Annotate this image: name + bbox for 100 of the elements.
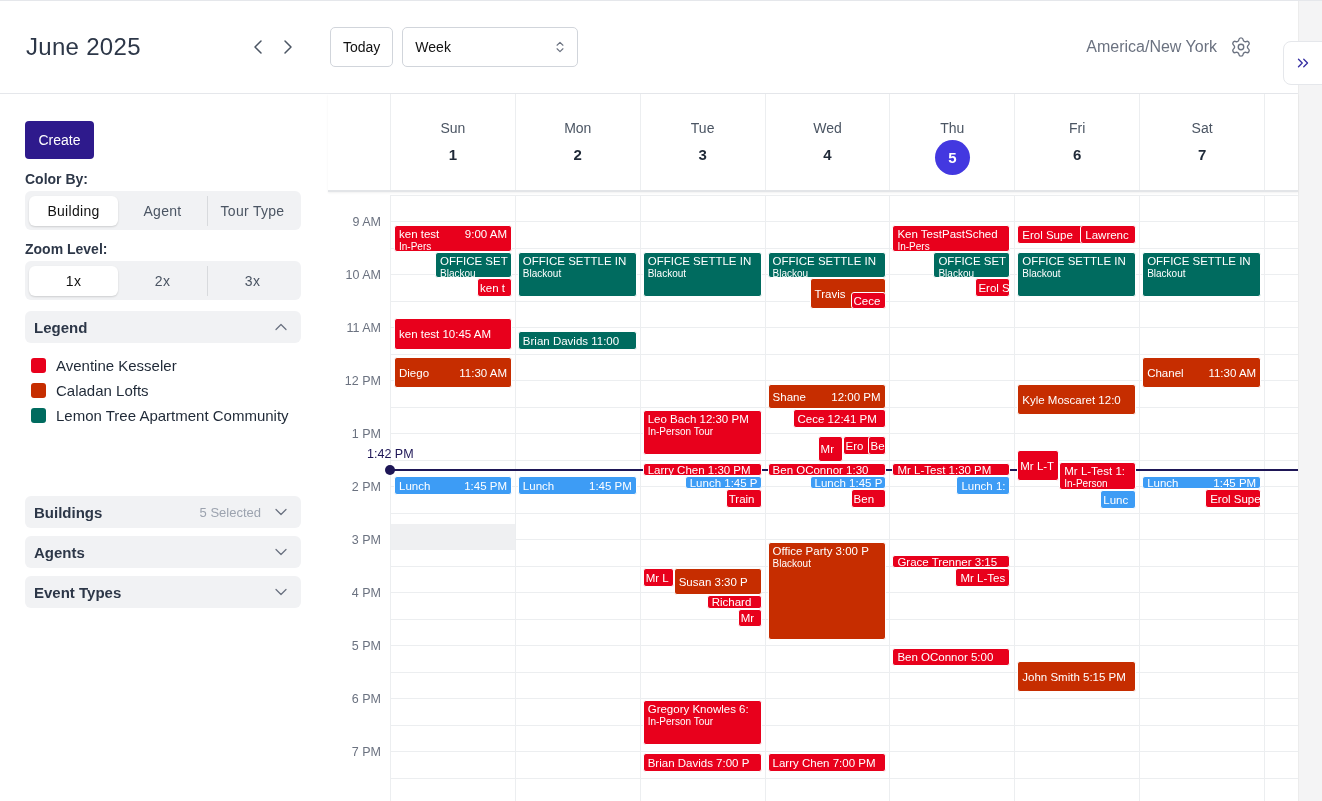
- date-number[interactable]: 4: [823, 146, 832, 163]
- segment-option[interactable]: 3x: [207, 265, 297, 296]
- calendar-event[interactable]: John Smith 5:15 PM: [1017, 661, 1137, 692]
- calendar-event[interactable]: ken test 10:45 AM: [394, 318, 512, 350]
- calendar-event[interactable]: Brian Davids 7:00 P: [642, 753, 762, 772]
- calendar-event[interactable]: Erol Supe: [1205, 489, 1262, 508]
- event-title: Erol Supe: [1210, 492, 1261, 505]
- event-title: Train: [728, 492, 755, 505]
- event-title: ken test 10:45 AM: [399, 328, 492, 340]
- date-number[interactable]: 1: [448, 146, 458, 163]
- event-title: Gregory Knowles 6:: [647, 703, 749, 715]
- calendar-event[interactable]: Chanel 11:30 AM: [1142, 357, 1262, 388]
- event-title: Erol Supe: [1022, 228, 1073, 241]
- calendar-event[interactable]: Kyle Moscaret 12:0: [1017, 384, 1137, 415]
- calendar-event[interactable]: Mr L-Test 1: In-Person: [1059, 462, 1137, 490]
- calendar-event[interactable]: Brian Davids 11:00: [517, 331, 637, 350]
- legend-header[interactable]: Legend: [25, 311, 301, 343]
- calendar-event[interactable]: OFFICE SET Blackou: [435, 252, 512, 278]
- event-title: Larry Chen 7:00 PM: [772, 756, 876, 769]
- filter-dropdown[interactable]: Event Types: [25, 576, 301, 608]
- calendar-event[interactable]: Richard: [706, 595, 762, 609]
- event-title: Lunch: [1147, 476, 1179, 489]
- calendar-event[interactable]: Mr L: [642, 568, 674, 587]
- calendar-event[interactable]: Ben OConnor 1:30: [767, 463, 886, 476]
- date-number[interactable]: 7: [1197, 146, 1207, 163]
- date-number[interactable]: 3: [698, 146, 707, 163]
- calendar-event[interactable]: Lunc: [1100, 490, 1137, 509]
- calendar-event[interactable]: Mr: [817, 436, 843, 462]
- event-time: 9:00 AM: [464, 228, 507, 240]
- calendar-event[interactable]: OFFICE SETTLE IN Blackout: [1017, 252, 1137, 297]
- scrollbar-track[interactable]: [1298, 1, 1322, 801]
- legend-label: Lemon Tree Apartment Community: [56, 407, 289, 424]
- calendar-event[interactable]: Train: [725, 489, 762, 508]
- today-button[interactable]: Today: [330, 27, 394, 67]
- calendar-event[interactable]: Lunch 1:45 PM: [1142, 476, 1262, 489]
- calendar-event[interactable]: OFFICE SETTLE IN Blackout: [517, 252, 637, 297]
- create-button[interactable]: Create: [25, 121, 94, 159]
- calendar-event[interactable]: Ken TestPastSched In-Pers: [892, 225, 1011, 252]
- calendar-event[interactable]: Gregory Knowles 6: In-Person Tour: [642, 700, 762, 745]
- calendar-event[interactable]: OFFICE SETTLE IN Blackout: [1142, 252, 1262, 297]
- event-title: Susan 3:30 P: [678, 575, 748, 588]
- calendar-event[interactable]: OFFICE SETTLE IN Blackou: [767, 252, 886, 278]
- event-title: OFFICE SET: [938, 255, 1007, 267]
- event-title: Mr: [820, 443, 834, 455]
- calendar-event[interactable]: Grace Trenner 3:15: [892, 555, 1011, 568]
- calendar-event[interactable]: Mr L-Test 1:30 PM: [892, 463, 1011, 476]
- timezone-label: America/New York: [1086, 38, 1217, 56]
- calendar-event[interactable]: ken t: [477, 278, 512, 297]
- filter-dropdown[interactable]: Agents: [25, 536, 301, 568]
- settings-icon[interactable]: [1230, 36, 1252, 58]
- calendar-event[interactable]: Susan 3:30 P: [673, 568, 762, 595]
- hour-label: 3 PM: [350, 533, 382, 548]
- calendar-event[interactable]: OFFICE SET Blackou: [933, 252, 1011, 278]
- segment-option[interactable]: Tour Type: [207, 195, 297, 226]
- section-label: Zoom Level:: [25, 241, 109, 257]
- section-label: Color By:: [25, 171, 89, 187]
- date-number[interactable]: 5: [934, 140, 970, 175]
- calendar-event[interactable]: Mr L-Tes: [955, 568, 1011, 587]
- calendar-event[interactable]: ken test 9:00 AM In-Pers: [394, 225, 512, 252]
- calendar-event[interactable]: Cece 12:41 PM: [792, 409, 886, 428]
- weekday-label: Fri: [1069, 120, 1086, 136]
- segment-option[interactable]: 1x: [29, 265, 118, 296]
- date-number[interactable]: 2: [573, 146, 582, 163]
- calendar-event[interactable]: Shane 12:00 PM: [767, 384, 886, 409]
- event-time: 11:30 AM: [1208, 366, 1257, 379]
- calendar-event[interactable]: Mr L-T: [1017, 450, 1060, 481]
- calendar-event[interactable]: Lawrenc: [1080, 225, 1137, 244]
- event-title: OFFICE SETTLE IN: [1022, 255, 1126, 267]
- event-type: Blackou: [772, 268, 809, 279]
- calendar-event[interactable]: Ben: [850, 489, 886, 508]
- weekday-label: Wed: [813, 120, 842, 136]
- calendar-event[interactable]: Cece: [850, 292, 886, 309]
- calendar-event[interactable]: Diego 11:30 AM: [394, 357, 512, 388]
- event-time: 11:30 AM: [459, 366, 507, 379]
- calendar-event[interactable]: Lunch 1:45 PM: [517, 476, 637, 495]
- event-title: Lawrenc: [1085, 228, 1129, 241]
- calendar-event[interactable]: Larry Chen 7:00 PM: [767, 753, 886, 772]
- filter-dropdown[interactable]: Buildings 5 Selected: [25, 496, 301, 528]
- event-title: Cece: [853, 294, 881, 307]
- legend-label: Aventine Kesseler: [56, 357, 177, 374]
- calendar-event[interactable]: Office Party 3:00 P Blackout: [767, 542, 886, 640]
- calendar-event[interactable]: Lunch 1:45 PM: [394, 476, 512, 495]
- event-type: In-Person: [1064, 478, 1108, 489]
- calendar-event[interactable]: Ben OConnor 5:00: [892, 648, 1011, 666]
- date-number[interactable]: 6: [1073, 146, 1082, 163]
- calendar-event[interactable]: Lunch 1:: [956, 476, 1011, 495]
- calendar-event[interactable]: Leo Bach 12:30 PM In-Person Tour: [642, 410, 762, 455]
- event-title: Brian Davids 11:00: [522, 334, 620, 347]
- hour-label: 10 AM: [344, 268, 382, 283]
- event-title: OFFICE SETTLE IN: [522, 255, 627, 267]
- segment-option[interactable]: 2x: [118, 265, 207, 296]
- segment-option[interactable]: Agent: [118, 195, 207, 226]
- legend-label: Caladan Lofts: [56, 382, 149, 399]
- hour-label: 2 PM: [350, 480, 382, 495]
- segment-option[interactable]: Building: [29, 195, 118, 226]
- calendar-event[interactable]: Mr: [737, 609, 762, 627]
- event-title: ken t: [480, 281, 505, 294]
- event-title: Shane: [772, 390, 806, 403]
- calendar-event[interactable]: OFFICE SETTLE IN Blackout: [642, 252, 762, 297]
- view-select[interactable]: Week: [402, 27, 579, 67]
